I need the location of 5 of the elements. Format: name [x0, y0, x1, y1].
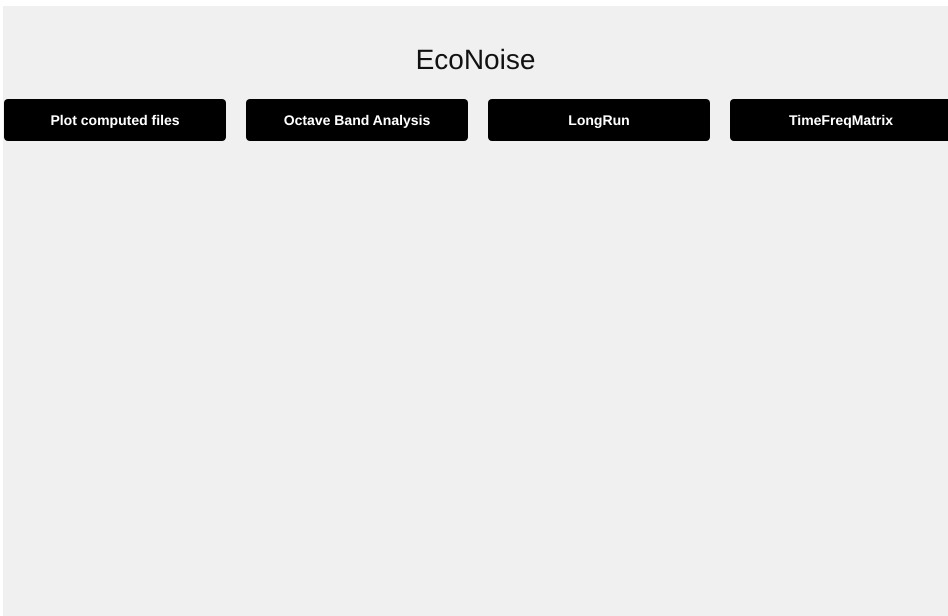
nav-button[interactable]: Plot computed files	[4, 99, 226, 141]
app-title: EcoNoise	[414, 43, 536, 76]
nav-button[interactable]: TimeFreqMatrix	[730, 99, 948, 141]
nav-button[interactable]: LongRun	[488, 99, 710, 141]
nav-button[interactable]: Octave Band Analysis	[246, 99, 468, 141]
